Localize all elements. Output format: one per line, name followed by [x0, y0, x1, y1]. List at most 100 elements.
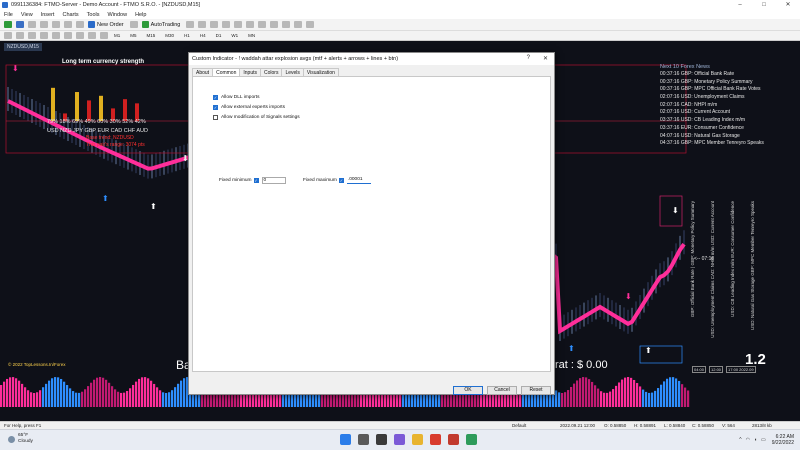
fixed-maximum-input[interactable]: .00001 [346, 177, 371, 184]
time-label: 12:00 [709, 366, 724, 373]
zoom-in-icon[interactable] [222, 21, 231, 28]
label-icon[interactable] [100, 32, 108, 39]
histogram-bar [618, 382, 621, 407]
allow-dll-imports-option[interactable]: ✓ Allow DLL imports [213, 95, 259, 100]
trendline-icon[interactable] [52, 32, 60, 39]
chart-shift-icon[interactable] [270, 21, 279, 28]
new-order-button[interactable]: New Order [88, 21, 124, 28]
candlestick-icon[interactable] [198, 21, 207, 28]
menu-file[interactable]: File [4, 12, 13, 18]
autotrading-button[interactable]: AutoTrading [141, 21, 180, 28]
menu-help[interactable]: Help [135, 12, 146, 18]
status-profile[interactable]: Default [512, 423, 526, 428]
histogram-bar [252, 392, 255, 407]
histogram-bar [429, 392, 432, 407]
strategy-tester-icon[interactable] [76, 21, 84, 28]
histogram-bar [168, 392, 171, 407]
clock[interactable]: 6:22 AM 9/22/2022 [772, 434, 794, 446]
wifi-icon[interactable]: ◠ [746, 437, 750, 443]
timeframe-h1[interactable]: H1 [182, 33, 192, 38]
opera-icon[interactable] [430, 434, 441, 445]
timeframe-w1[interactable]: W1 [229, 33, 240, 38]
histogram-bar [111, 386, 114, 407]
histogram-bar [681, 384, 684, 407]
battery-icon[interactable]: ▭ [761, 437, 766, 443]
fixed-minimum-row: Fixed minimum ✓ 0 [219, 177, 286, 184]
channel-icon[interactable] [64, 32, 72, 39]
histogram-bar [0, 385, 3, 407]
timeframe-m15[interactable]: M15 [145, 33, 158, 38]
weather-widget[interactable]: 65°F Cloudy [8, 433, 33, 445]
fixed-maximum-checkbox[interactable]: ✓ [338, 178, 344, 183]
chevron-up-icon[interactable]: ^ [739, 437, 741, 443]
fibonacci-icon[interactable] [76, 32, 84, 39]
status-open: O: 0.58850 [604, 423, 627, 428]
histogram-bar [147, 378, 150, 407]
chart-tab[interactable]: NZDUSD,M15 [4, 43, 42, 51]
periods-icon[interactable] [294, 21, 303, 28]
menu-insert[interactable]: Insert [41, 12, 55, 18]
help-button[interactable]: ? [527, 55, 530, 61]
fixed-minimum-checkbox[interactable]: ✓ [253, 178, 259, 183]
task-view-icon[interactable] [376, 434, 387, 445]
menu-window[interactable]: Window [108, 12, 128, 18]
allow-signals-modification-option[interactable]: Allow modification of Signals settings [213, 115, 300, 120]
metatrader-icon[interactable] [466, 434, 477, 445]
zoom-out-icon[interactable] [234, 21, 243, 28]
search-icon[interactable] [358, 434, 369, 445]
allow-external-experts-checkbox[interactable]: ✓ [213, 105, 218, 110]
histogram-bar [135, 381, 138, 407]
timeframe-m30[interactable]: M30 [163, 33, 176, 38]
timeframe-m1[interactable]: M1 [112, 33, 122, 38]
data-window-icon[interactable] [40, 21, 48, 28]
metaeditor-icon[interactable] [129, 21, 138, 28]
cursor-icon[interactable] [4, 32, 12, 39]
market-watch-icon[interactable] [28, 21, 36, 28]
chat-icon[interactable] [394, 434, 405, 445]
dialog-close-button[interactable]: ✕ [543, 55, 548, 62]
reset-button[interactable]: Reset [521, 386, 551, 395]
allow-signals-modification-checkbox[interactable] [213, 115, 218, 120]
histogram-bar [585, 377, 588, 407]
terminal-icon[interactable] [64, 21, 72, 28]
histogram-bar [126, 391, 129, 407]
timeframe-m5[interactable]: M5 [128, 33, 138, 38]
templates-icon[interactable] [306, 21, 315, 28]
vertical-line-icon[interactable] [28, 32, 36, 39]
text-icon[interactable] [88, 32, 96, 39]
timeframe-h4[interactable]: H4 [198, 33, 208, 38]
app-icon[interactable] [448, 434, 459, 445]
weather-text: 65°F Cloudy [18, 433, 33, 445]
status-bar: For Help, press F1 Default 2022.09.21 12… [0, 421, 800, 429]
file-explorer-icon[interactable] [412, 434, 423, 445]
menu-view[interactable]: View [21, 12, 33, 18]
histogram-bar [384, 392, 387, 407]
tile-windows-icon[interactable] [246, 21, 255, 28]
histogram-bar [15, 378, 18, 407]
timeframe-d1[interactable]: D1 [214, 33, 224, 38]
menu-tools[interactable]: Tools [87, 12, 100, 18]
horizontal-line-icon[interactable] [40, 32, 48, 39]
ok-button[interactable]: OK [453, 386, 483, 395]
close-button[interactable]: ✕ [776, 0, 800, 10]
histogram-bar [624, 377, 627, 407]
profiles-icon[interactable] [16, 21, 24, 28]
allow-dll-imports-checkbox[interactable]: ✓ [213, 95, 218, 100]
new-chart-icon[interactable] [4, 21, 12, 28]
crosshair-icon[interactable] [16, 32, 24, 39]
volume-icon[interactable]: ◖ [754, 437, 757, 443]
indicators-icon[interactable] [282, 21, 291, 28]
menu-charts[interactable]: Charts [62, 12, 78, 18]
line-chart-icon[interactable] [210, 21, 219, 28]
autoscroll-icon[interactable] [258, 21, 267, 28]
timeframe-mn[interactable]: MN [246, 33, 257, 38]
minimize-button[interactable]: – [728, 0, 752, 10]
fixed-minimum-input[interactable]: 0 [261, 177, 286, 184]
navigator-icon[interactable] [52, 21, 60, 28]
cancel-button[interactable]: Cancel [487, 386, 517, 395]
maximize-button[interactable]: □ [752, 0, 776, 10]
bar-chart-icon[interactable] [186, 21, 195, 28]
histogram-bar [132, 384, 135, 407]
allow-external-experts-option[interactable]: ✓ Allow external experts imports [213, 105, 285, 110]
windows-start-icon[interactable] [340, 434, 351, 445]
